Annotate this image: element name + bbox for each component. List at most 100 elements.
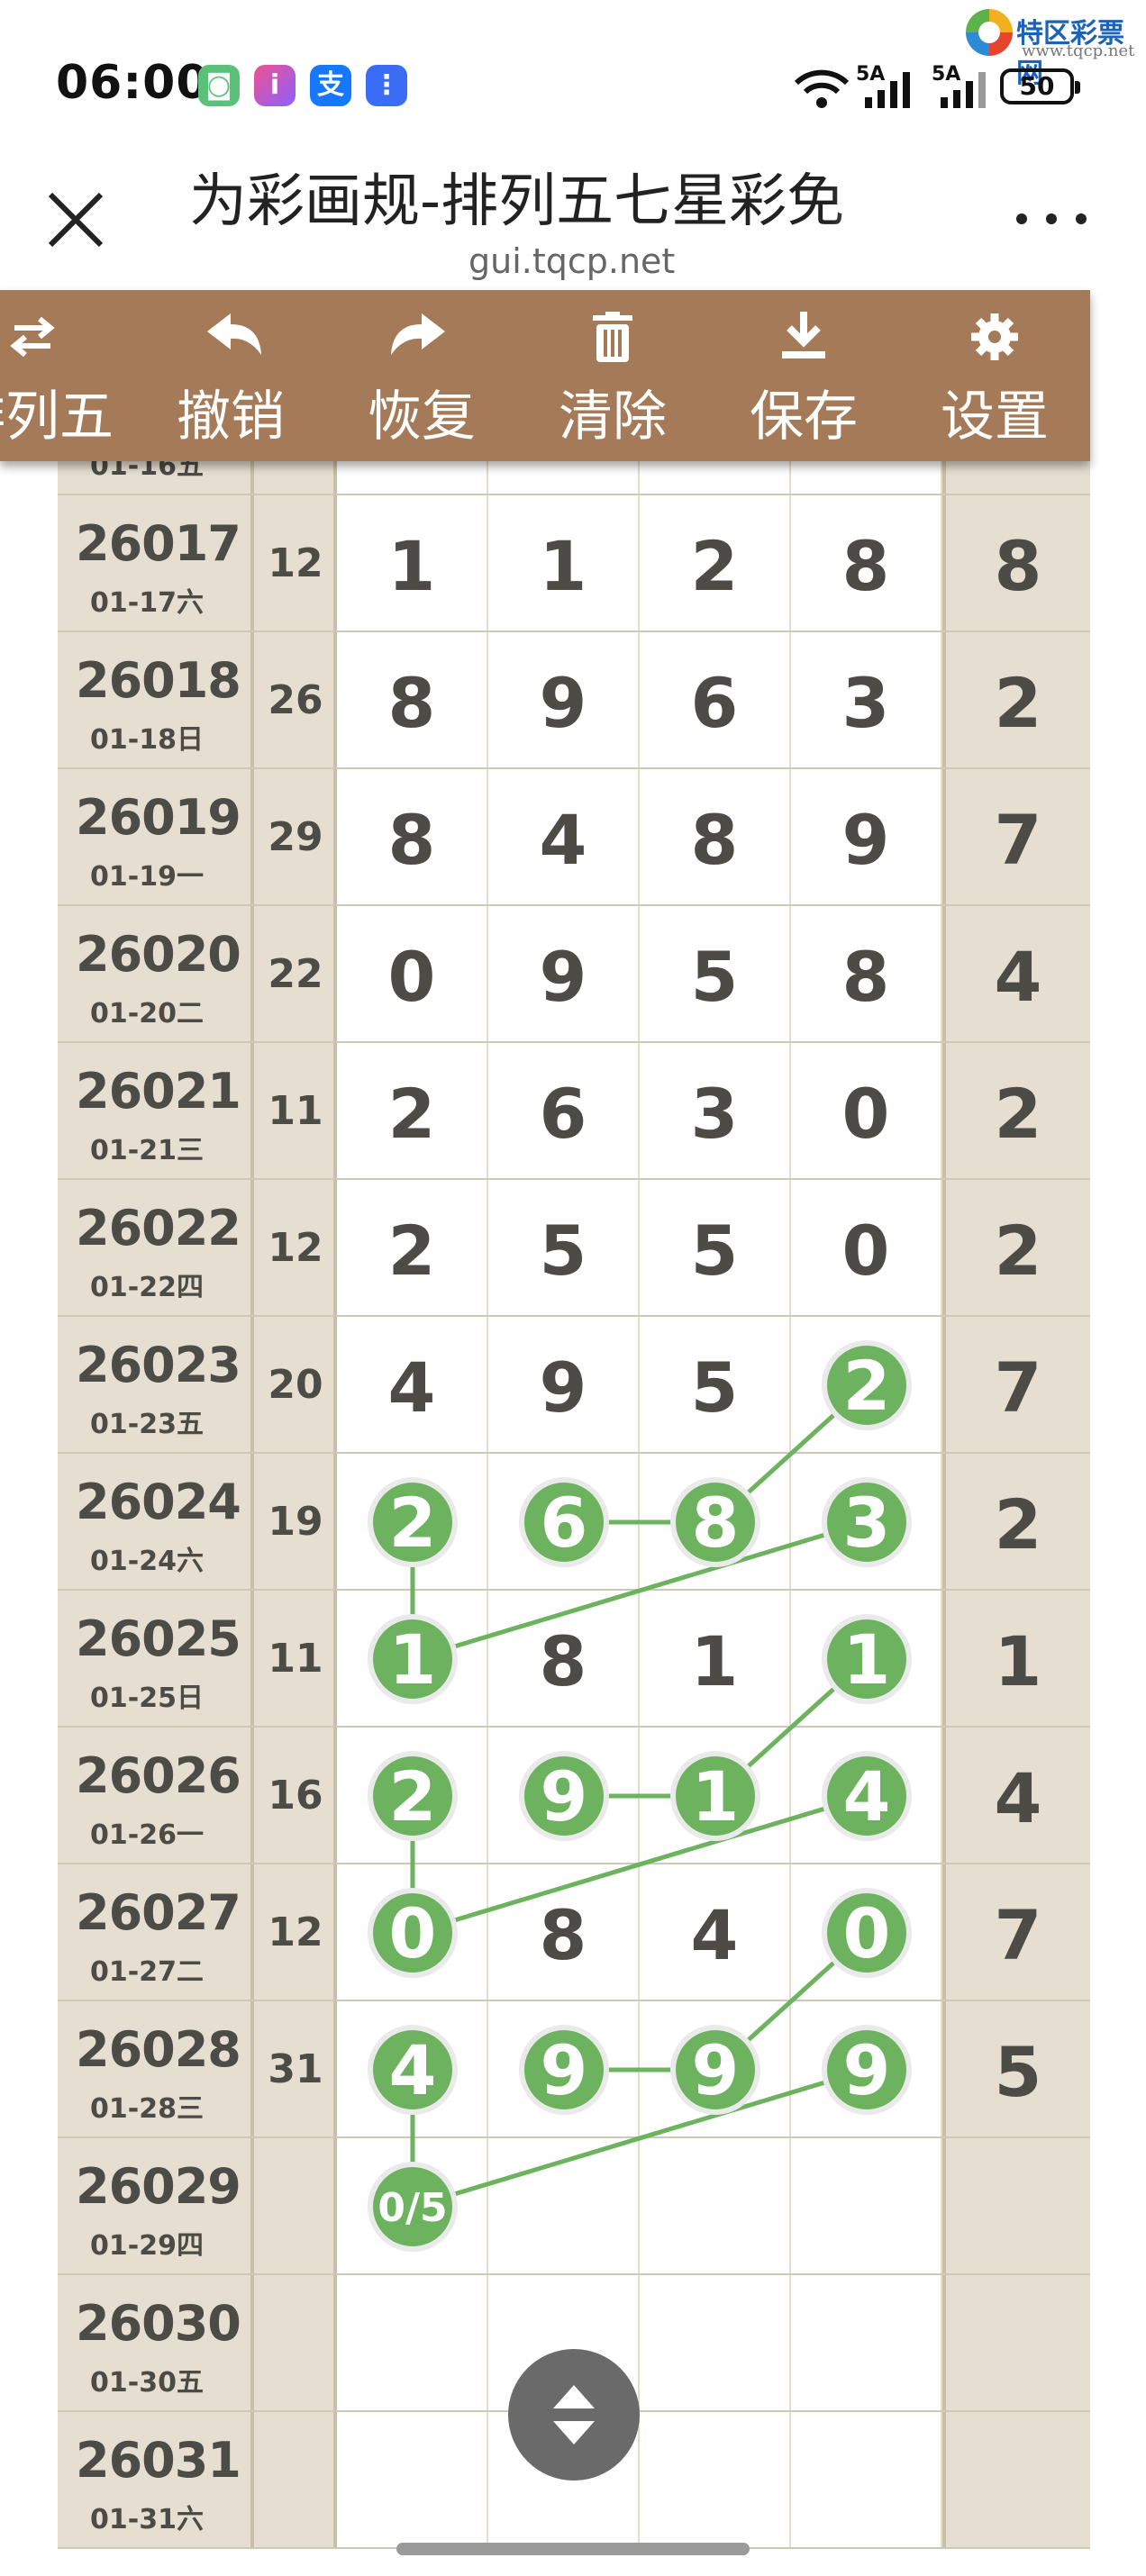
voice-app-icon: ⋮ (366, 65, 407, 106)
issue-cell: 26017 01-17六 (58, 495, 254, 630)
digit-cell[interactable] (791, 1728, 942, 1863)
tool-save-button[interactable]: 保存 (708, 290, 899, 461)
fifth-digit-cell[interactable]: 4 (942, 906, 1090, 1041)
digit-cell[interactable]: 8 (488, 1591, 640, 1726)
fifth-digit-cell[interactable]: 7 (942, 769, 1090, 904)
digit-cell[interactable] (640, 2138, 791, 2273)
digit-cell[interactable]: 1 (488, 495, 640, 630)
wifi-icon (794, 69, 850, 108)
fifth-digit-cell[interactable]: 2 (942, 1454, 1090, 1589)
digit-cell[interactable]: 9 (488, 906, 640, 1041)
issue-date: 01-23五 (90, 1409, 204, 1440)
digit-cell[interactable]: 0 (337, 906, 488, 1041)
more-icon[interactable] (1016, 209, 1087, 231)
digit-cell[interactable] (791, 1864, 942, 2000)
fifth-digit-cell[interactable]: 7 (942, 1864, 1090, 2000)
digit-cell[interactable] (640, 2001, 791, 2136)
digit-cell[interactable] (791, 2138, 942, 2273)
digit-cell[interactable]: 1 (337, 495, 488, 630)
table-row: 26024 01-24六 19 2 (58, 1454, 1090, 1591)
sum-cell: 20 (254, 1317, 337, 1452)
digit-cell[interactable] (791, 1591, 942, 1726)
digit-cell[interactable]: 4 (337, 1317, 488, 1452)
digit-cell[interactable] (640, 1454, 791, 1589)
digit-cell[interactable]: 9 (488, 632, 640, 767)
digit-cell[interactable] (337, 1591, 488, 1726)
digit-cell[interactable]: 6 (488, 1043, 640, 1178)
digit-cell[interactable]: 3 (791, 632, 942, 767)
digit-cell[interactable]: 8 (640, 769, 791, 904)
tool-lottery-type-button[interactable]: 排列五 (0, 290, 128, 461)
tool-settings-button[interactable]: 设置 (899, 290, 1090, 461)
digit-value: 0 (841, 1074, 890, 1154)
undo-icon (207, 313, 261, 355)
digit-cell[interactable]: 5 (640, 906, 791, 1041)
fifth-digit-cell[interactable]: 7 (942, 1317, 1090, 1452)
digit-cell[interactable]: 8 (791, 495, 942, 630)
digit-cell[interactable]: 8 (337, 769, 488, 904)
digit-cell[interactable]: 5 (640, 1180, 791, 1315)
fifth-digit-cell[interactable]: 2 (942, 1180, 1090, 1315)
tool-redo-button[interactable]: 恢复 (326, 290, 517, 461)
fifth-digit-value: 4 (994, 1758, 1042, 1838)
fifth-digit-cell[interactable]: 5 (942, 2001, 1090, 2136)
digit-cell[interactable]: 8 (488, 1864, 640, 2000)
digit-cell[interactable]: 4 (640, 1864, 791, 2000)
digit-cell[interactable] (488, 2001, 640, 2136)
digit-cell[interactable] (640, 1728, 791, 1863)
digit-cell[interactable]: 3 (640, 1043, 791, 1178)
digit-cell[interactable] (337, 2412, 488, 2547)
issue-number: 26017 (76, 515, 241, 572)
digit-cell[interactable] (791, 1454, 942, 1589)
digit-cell[interactable]: 8 (791, 906, 942, 1041)
digit-cell[interactable]: 2 (337, 1180, 488, 1315)
fifth-digit-cell[interactable] (942, 2412, 1090, 2547)
digit-cell[interactable]: 4 (488, 769, 640, 904)
issue-date: 01-30五 (90, 2367, 204, 2399)
draw-table[interactable]: 2601601-16五17215912601701-17六12112882601… (58, 353, 1090, 2549)
scroll-toggle-button[interactable] (508, 2349, 640, 2481)
digit-cell[interactable]: 9 (488, 1317, 640, 1452)
issue-cell: 26029 01-29四 (58, 2138, 254, 2273)
close-icon[interactable] (43, 187, 108, 252)
fifth-digit-value: 1 (994, 1621, 1042, 1701)
fifth-digit-cell[interactable]: 4 (942, 1728, 1090, 1863)
digit-cell[interactable] (488, 1728, 640, 1863)
digit-cell[interactable]: 0 (791, 1180, 942, 1315)
digit-cell[interactable] (337, 2001, 488, 2136)
digit-cell[interactable]: 0 (791, 1043, 942, 1178)
digit-cell[interactable]: 5 (488, 1180, 640, 1315)
fifth-digit-cell[interactable] (942, 2138, 1090, 2273)
digit-cell[interactable]: 2 (640, 495, 791, 630)
fifth-digit-cell[interactable]: 2 (942, 1043, 1090, 1178)
digit-cell[interactable] (337, 1454, 488, 1589)
digit-cell[interactable]: 8 (337, 632, 488, 767)
fifth-digit-cell[interactable]: 8 (942, 495, 1090, 630)
sum-cell: 31 (254, 2001, 337, 2136)
digit-cell[interactable] (337, 2138, 488, 2273)
digit-cell[interactable]: 2 (337, 1043, 488, 1178)
digit-cell[interactable] (791, 1317, 942, 1452)
digit-cell[interactable] (488, 1454, 640, 1589)
status-time: 06:00 (56, 56, 210, 110)
digit-cell[interactable] (640, 2275, 791, 2410)
tool-clear-button[interactable]: 清除 (517, 290, 708, 461)
digit-cell[interactable] (337, 2275, 488, 2410)
fifth-digit-cell[interactable]: 2 (942, 632, 1090, 767)
table-row: 26019 01-19一 29 8 4 8 9 7 (58, 769, 1090, 906)
digit-cell[interactable] (640, 2412, 791, 2547)
digit-cell[interactable] (791, 2275, 942, 2410)
sum-value: 12 (268, 540, 323, 586)
digit-cell[interactable] (488, 2138, 640, 2273)
digit-cell[interactable]: 6 (640, 632, 791, 767)
digit-cell[interactable] (337, 1864, 488, 2000)
digit-cell[interactable] (791, 2001, 942, 2136)
fifth-digit-cell[interactable] (942, 2275, 1090, 2410)
digit-cell[interactable]: 5 (640, 1317, 791, 1452)
tool-undo-button[interactable]: 撤销 (135, 290, 326, 461)
digit-cell[interactable] (791, 2412, 942, 2547)
digit-cell[interactable] (337, 1728, 488, 1863)
digit-cell[interactable]: 1 (640, 1591, 791, 1726)
digit-cell[interactable]: 9 (791, 769, 942, 904)
fifth-digit-cell[interactable]: 1 (942, 1591, 1090, 1726)
